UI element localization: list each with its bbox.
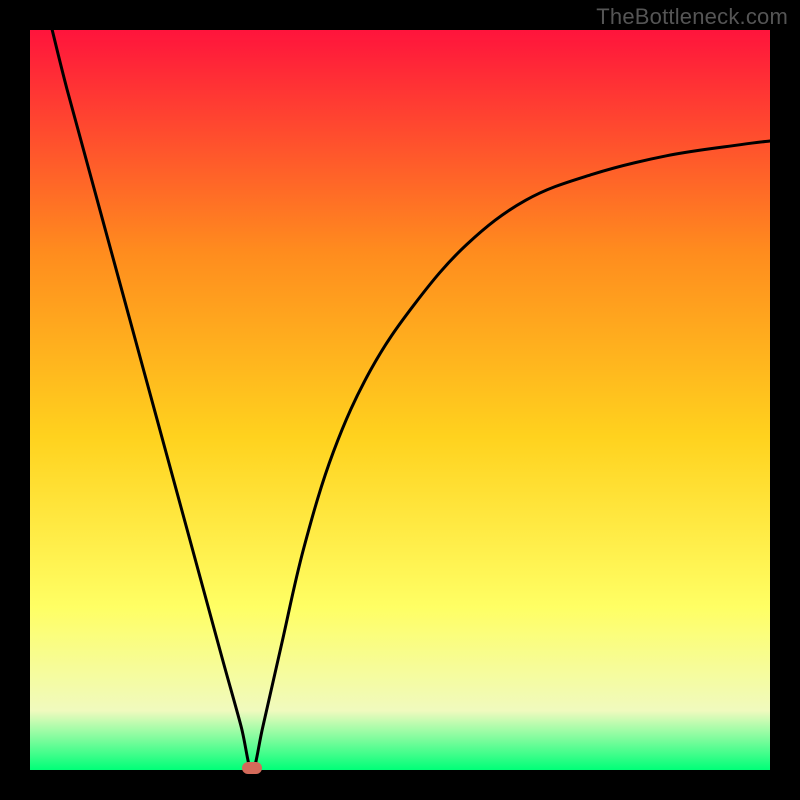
chart-canvas — [0, 0, 800, 800]
chart-frame: TheBottleneck.com — [0, 0, 800, 800]
plot-area — [30, 30, 770, 770]
accent-marker — [242, 762, 262, 774]
watermark-text: TheBottleneck.com — [596, 4, 788, 30]
